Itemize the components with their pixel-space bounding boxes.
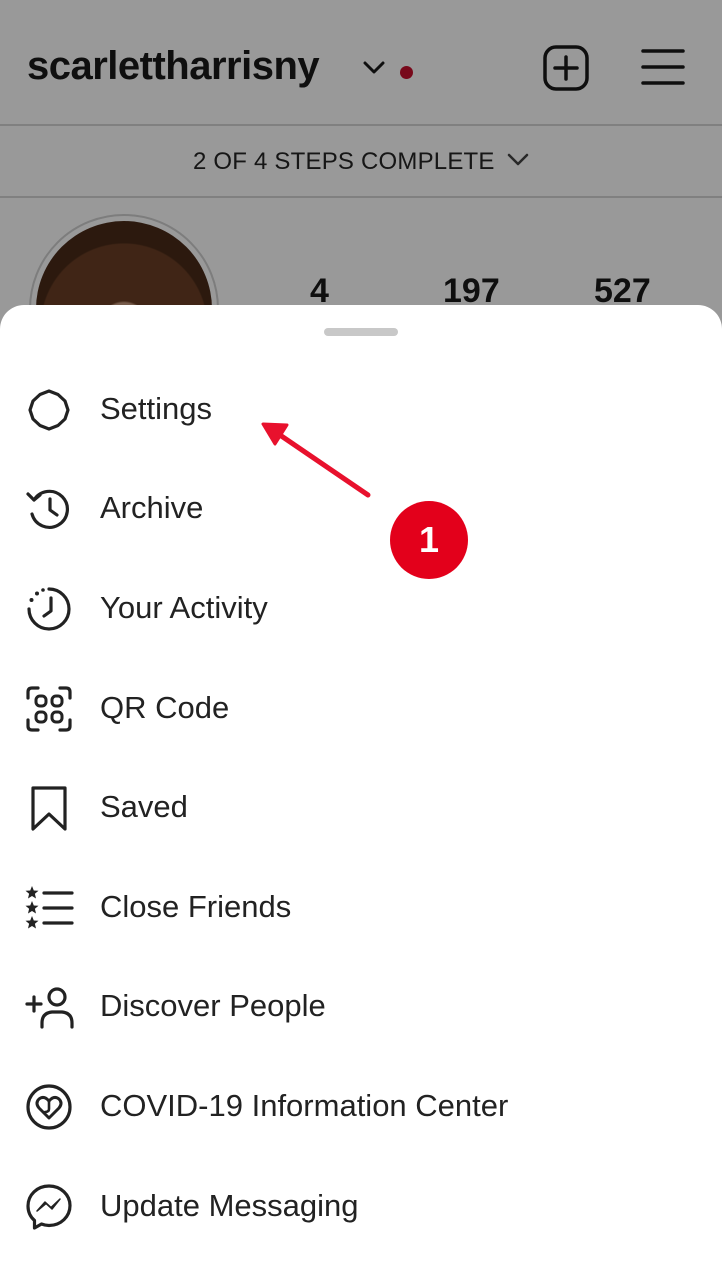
step-number-badge: 1 — [390, 501, 468, 579]
menu-item-label: Your Activity — [100, 590, 268, 625]
menu-item-update-messaging[interactable]: Update Messaging — [0, 1156, 722, 1255]
menu-item-label: Update Messaging — [100, 1188, 359, 1223]
menu-item-label: Settings — [100, 391, 213, 426]
menu-item-label: Discover People — [100, 988, 326, 1023]
menu-item-label: QR Code — [100, 690, 230, 725]
qr-code-icon — [24, 684, 74, 734]
add-person-icon — [24, 982, 74, 1032]
menu-item-label: Archive — [100, 490, 204, 525]
menu-item-your-activity[interactable]: Your Activity — [0, 558, 722, 657]
archive-clock-icon — [24, 484, 74, 534]
activity-clock-icon — [24, 584, 74, 634]
menu-item-qr-code[interactable]: QR Code — [0, 658, 722, 757]
annotation-arrow — [261, 422, 371, 498]
menu-item-label: Saved — [100, 789, 188, 824]
heart-in-circle-icon — [24, 1082, 74, 1132]
gear-icon — [24, 385, 74, 435]
sheet-drag-handle[interactable] — [324, 328, 398, 336]
menu-item-close-friends[interactable]: Close Friends — [0, 857, 722, 956]
messenger-icon — [24, 1182, 74, 1232]
bookmark-icon — [24, 783, 74, 833]
menu-item-label: Close Friends — [100, 889, 292, 924]
menu-item-label: COVID-19 Information Center — [100, 1088, 509, 1123]
close-friends-list-icon — [24, 883, 74, 933]
menu-item-discover-people[interactable]: Discover People — [0, 956, 722, 1055]
menu-item-saved[interactable]: Saved — [0, 757, 722, 856]
menu-item-covid-info-center[interactable]: COVID-19 Information Center — [0, 1056, 722, 1155]
